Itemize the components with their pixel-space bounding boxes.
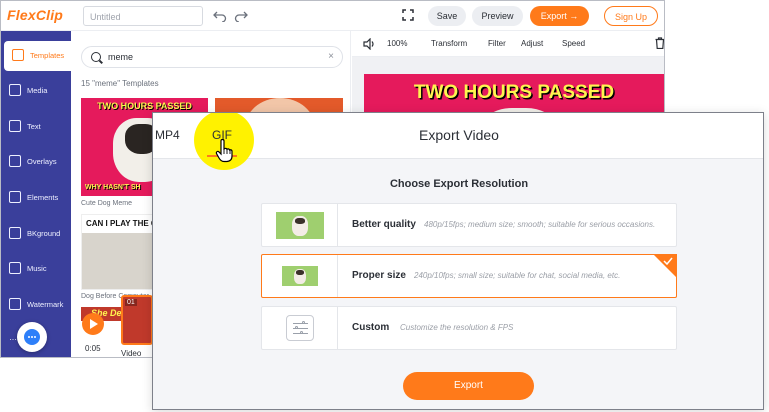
screen: FlexClip Untitled Save Preview Export → …: [0, 0, 769, 412]
option-description: Customize the resolution & FPS: [400, 323, 514, 332]
more-dots[interactable]: …: [9, 333, 17, 342]
sidebar-item-label: Overlays: [27, 157, 57, 166]
project-title-input[interactable]: Untitled: [83, 6, 203, 26]
trash-icon[interactable]: [655, 37, 665, 49]
puppy-image: [282, 266, 318, 286]
speaker-icon[interactable]: [363, 38, 375, 50]
templates-icon: [12, 49, 24, 61]
sidebar-item-music[interactable]: Music: [1, 254, 71, 284]
puppy-ears: [296, 270, 304, 275]
sidebar-item-label: BKground: [27, 229, 61, 238]
template-caption: CAN I PLAY THE G: [86, 219, 158, 228]
undo-icon[interactable]: [213, 8, 227, 22]
puppy-image: [276, 212, 324, 239]
overlays-icon: [9, 155, 21, 167]
resolution-heading: Choose Export Resolution: [389, 178, 529, 190]
sidebar-item-label: Elements: [27, 193, 59, 202]
redo-icon[interactable]: [234, 8, 248, 22]
elements-icon: [9, 191, 21, 203]
option-description: 480p/15fps; medium size; smooth; suitabl…: [424, 220, 656, 229]
option-name: Custom: [352, 322, 390, 333]
sidebar-item-media[interactable]: Media: [1, 76, 71, 106]
signup-button[interactable]: Sign Up: [604, 6, 658, 26]
fullscreen-icon[interactable]: [402, 9, 414, 21]
template-label: Cute Dog Meme: [81, 200, 132, 207]
checkmark-icon: [663, 257, 673, 266]
text-icon: [9, 120, 21, 132]
result-count: 15 "meme" Templates: [81, 79, 159, 88]
sidebar-item-background[interactable]: BKground: [1, 219, 71, 249]
preview-button[interactable]: Preview: [472, 6, 523, 26]
adjust-button[interactable]: Adjust: [521, 39, 543, 48]
clip-label: Video: [121, 349, 142, 358]
save-button[interactable]: Save: [428, 6, 466, 26]
export-button[interactable]: Export: [403, 372, 534, 400]
canvas-caption: TWO HOURS PASSED: [413, 82, 615, 103]
chat-icon: [24, 329, 40, 345]
sidebar-item-templates[interactable]: Templates: [4, 41, 71, 71]
search-icon: [91, 52, 101, 62]
option-thumbnail: [262, 255, 338, 297]
media-icon: [9, 84, 21, 96]
editor-toolbar: 100% Transform Filter Adjust Speed: [352, 31, 664, 57]
chat-support-button[interactable]: [17, 322, 47, 352]
sidebar-item-label: Watermark: [27, 300, 64, 309]
puppy-ears: [295, 218, 305, 224]
export-dialog-header: MP4 GIF Export Video: [153, 113, 763, 170]
sidebar-item-watermark[interactable]: Watermark: [1, 290, 71, 320]
clip-number: 01: [125, 299, 137, 306]
search-input[interactable]: meme ×: [81, 46, 343, 68]
speed-button[interactable]: Speed: [562, 39, 585, 48]
template-caption: WHY HASN'T SH: [85, 184, 141, 191]
filter-button[interactable]: Filter: [488, 39, 506, 48]
sidebar-item-label: Templates: [30, 51, 65, 60]
option-name: Proper size: [352, 270, 406, 281]
transform-button[interactable]: Transform: [431, 39, 467, 48]
sidebar-item-text[interactable]: Text: [1, 112, 71, 142]
top-bar: FlexClip Untitled Save Preview Export → …: [1, 1, 664, 31]
sliders-icon: [286, 315, 314, 341]
zoom-select[interactable]: 100%: [387, 39, 407, 48]
background-icon: [9, 227, 21, 239]
sidebar-item-elements[interactable]: Elements: [1, 183, 71, 213]
option-thumbnail: [262, 204, 338, 246]
sidebar: Templates Media Text Overlays Elements B…: [1, 31, 71, 357]
watermark-icon: [9, 298, 21, 310]
template-caption: TWO HOURS PASSED: [97, 101, 192, 111]
sidebar-item-label: Text: [27, 122, 41, 131]
option-proper-size[interactable]: Proper size 240p/10fps; small size; suit…: [261, 254, 677, 298]
clear-icon[interactable]: ×: [328, 51, 334, 62]
option-description: 240p/10fps; small size; suitable for cha…: [414, 271, 621, 280]
flexclip-logo[interactable]: FlexClip: [7, 7, 63, 23]
export-top-button[interactable]: Export →: [530, 6, 589, 26]
option-thumbnail: [262, 307, 338, 349]
timeline-clip[interactable]: 01: [121, 295, 153, 345]
option-better-quality[interactable]: Better quality 480p/15fps; medium size; …: [261, 203, 677, 247]
sidebar-item-label: Music: [27, 264, 47, 273]
sidebar-item-label: Media: [27, 86, 48, 95]
search-value: meme: [108, 52, 134, 62]
dialog-title: Export Video: [419, 127, 499, 143]
option-name: Better quality: [352, 219, 416, 230]
play-button[interactable]: [82, 313, 104, 335]
export-dialog: MP4 GIF Export Video Choose Export Resol…: [152, 112, 764, 410]
music-icon: [9, 262, 21, 274]
duration-time: 0:05: [85, 344, 101, 353]
sidebar-item-overlays[interactable]: Overlays: [1, 147, 71, 177]
option-custom[interactable]: Custom Customize the resolution & FPS: [261, 306, 677, 350]
